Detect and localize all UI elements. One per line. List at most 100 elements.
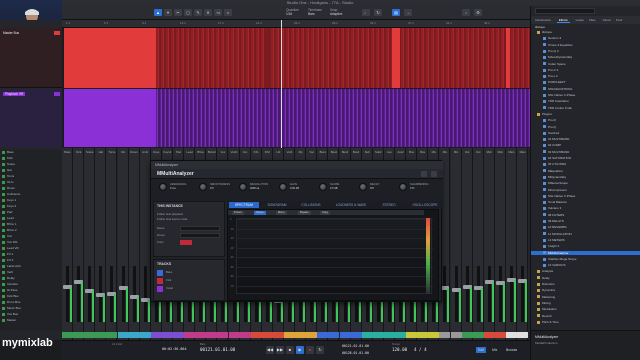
channel-strip[interactable]: Bass — [62, 148, 73, 340]
browser-item[interactable]: Neutron 3 — [531, 36, 640, 40]
mixer-list-item[interactable]: Vocoder — [2, 282, 60, 287]
knob-slope[interactable] — [319, 183, 327, 191]
channel-visible-icon[interactable] — [2, 186, 5, 190]
mixer-list-item[interactable]: Vox — [2, 234, 60, 239]
position-display[interactable]: 00121.01.01.00 — [200, 347, 235, 352]
channel-visible-icon[interactable] — [2, 246, 5, 250]
mixer-list-item[interactable]: Kick — [2, 156, 60, 161]
mixer-list-item[interactable]: Pad — [2, 210, 60, 215]
channel-visible-icon[interactable] — [2, 228, 5, 232]
channel-visible-icon[interactable] — [2, 210, 5, 214]
channel-visible-icon[interactable] — [2, 162, 5, 166]
browser-item[interactable]: MAutoDynamicEq — [531, 55, 640, 59]
browser-item[interactable]: 04 SATURATION — [531, 156, 640, 160]
channel-visible-icon[interactable] — [2, 192, 5, 196]
mixer-list-item[interactable]: Hat — [2, 168, 60, 173]
channel-visible-icon[interactable] — [2, 150, 5, 154]
browser-item[interactable]: MDynamicEq — [531, 175, 640, 179]
range-tool-button[interactable]: ⌖ — [164, 9, 172, 16]
browser-item[interactable]: iZotope — [531, 30, 640, 34]
spectrum-plot-area[interactable]: 0 -10 -20 -30 -40 -50 -60 -70 — [230, 218, 433, 294]
channel-visible-icon[interactable] — [2, 198, 5, 202]
track-row[interactable]: Kick — [166, 278, 171, 282]
mixer-list-item[interactable]: Keys 2 — [2, 204, 60, 209]
browser-item[interactable]: MEqualizer — [531, 169, 640, 173]
channel-strip[interactable]: Main — [517, 148, 529, 340]
browser-tab-pool[interactable]: Pool — [614, 17, 624, 23]
browser-item[interactable]: TDR Limiter 6 GE — [531, 106, 640, 110]
channel-visible-icon[interactable] — [2, 222, 5, 226]
knob-averaging[interactable] — [159, 183, 167, 191]
mixer-list-item[interactable]: Lead VR — [2, 246, 60, 251]
channel-visible-icon[interactable] — [2, 270, 5, 274]
plugin-window-title[interactable]: MMultiAnalyzer — [151, 161, 443, 169]
browser-item[interactable]: 08 FILTERS — [531, 213, 640, 217]
browser-item[interactable]: 10 REVERBS — [531, 225, 640, 229]
tab-sonogram[interactable]: SONOGRAM — [261, 202, 293, 208]
browser-item[interactable]: Ozone 9 Equalizer — [531, 43, 640, 47]
browser-item[interactable]: MStereoScope — [531, 181, 640, 185]
play-button[interactable]: ▶ — [296, 346, 304, 354]
mixer-list-item[interactable]: Lead — [2, 216, 60, 221]
arrow-tool-button[interactable]: ▲ — [154, 9, 162, 16]
tab-oscilloscope[interactable]: OSCILLOSCOPE — [405, 202, 445, 208]
tab-spectrum[interactable]: SPECTRUM — [229, 202, 259, 208]
eraser-tool-button[interactable]: ◻ — [184, 9, 192, 16]
mixer-list-item[interactable]: Verb — [2, 270, 60, 275]
edit-view-button[interactable]: Edit — [476, 347, 486, 353]
knob-smoothness[interactable] — [199, 183, 207, 191]
browser-item[interactable]: Cutter Space — [531, 62, 640, 66]
record-button[interactable]: ● — [306, 346, 314, 354]
channel-visible-icon[interactable] — [2, 264, 5, 268]
browser-item[interactable]: Clarities Mega Scope — [531, 257, 640, 261]
browser-item[interactable]: 12 METERS — [531, 238, 640, 242]
channel-visible-icon[interactable] — [2, 180, 5, 184]
channel-visible-icon[interactable] — [2, 204, 5, 208]
track-row[interactable]: Vocal — [166, 286, 173, 290]
browser-item[interactable]: Tonal Balance — [531, 200, 640, 204]
tempo-display[interactable]: 120.00 — [392, 347, 407, 352]
browser-tab-loops[interactable]: Loops — [574, 17, 586, 23]
browser-item[interactable]: Modulation — [531, 307, 640, 311]
browser-item[interactable]: 11 MODULATION — [531, 232, 640, 236]
browser-item[interactable]: PURPLEEFT — [531, 80, 640, 84]
mixer-list-item[interactable]: Vox Bus — [2, 312, 60, 317]
channel-strip[interactable]: Room — [128, 148, 140, 340]
tab-stereo[interactable]: STEREO — [375, 202, 403, 208]
forward-button[interactable]: ▶▶ — [276, 346, 284, 354]
mixer-list-item[interactable]: Drum Bus — [2, 300, 60, 305]
follow-button[interactable]: → — [404, 9, 412, 16]
track-header-playback[interactable]: Playback VR — [0, 89, 62, 147]
channel-visible-icon[interactable] — [2, 306, 5, 310]
browser-item[interactable]: Reverb — [531, 314, 640, 318]
channel-strip[interactable]: OH — [117, 148, 129, 340]
channel-visible-icon[interactable] — [2, 156, 5, 160]
mixer-list-item[interactable]: Music Bus — [2, 306, 60, 311]
browser-item[interactable]: Pro-L 2 — [531, 74, 640, 78]
knob-resolution[interactable] — [239, 183, 247, 191]
channel-visible-icon[interactable] — [2, 288, 5, 292]
browser-tab-cloud[interactable]: Cloud — [601, 17, 613, 23]
browser-item[interactable]: Pro-R — [531, 118, 640, 122]
channel-strip[interactable]: Snare — [84, 148, 96, 340]
browser-item[interactable]: Pro-Q 3 — [531, 49, 640, 53]
mixer-list-item[interactable]: Master — [2, 318, 60, 323]
channel-strip[interactable]: Mstr — [483, 148, 495, 340]
channel-visible-icon[interactable] — [2, 276, 5, 280]
channel-strip[interactable]: Hat — [95, 148, 107, 340]
mute-tool-button[interactable]: ✕ — [204, 9, 212, 16]
instance-name-field[interactable] — [180, 226, 220, 231]
instance-group-field[interactable] — [180, 233, 220, 238]
channel-strip[interactable]: Out — [461, 148, 473, 340]
mixer-list-item[interactable]: Kick Bus — [2, 294, 60, 299]
channel-visible-icon[interactable] — [2, 174, 5, 178]
browser-item[interactable]: Pro-C 2 — [531, 68, 640, 72]
channel-visible-icon[interactable] — [2, 282, 5, 286]
timeline-ruler[interactable]: 1.1 5.1 9.1 13.1 17.1 21.1 25.1 29.1 33.1 37.1 41.… — [62, 20, 530, 28]
instance-color-swatch[interactable] — [180, 240, 192, 245]
browser-item[interactable]: SPACECONTROL — [531, 87, 640, 91]
knob-decay[interactable] — [359, 183, 367, 191]
knob-gain[interactable] — [279, 183, 287, 191]
browser-item[interactable]: Delay — [531, 276, 640, 280]
channel-strip[interactable]: Out — [472, 148, 484, 340]
